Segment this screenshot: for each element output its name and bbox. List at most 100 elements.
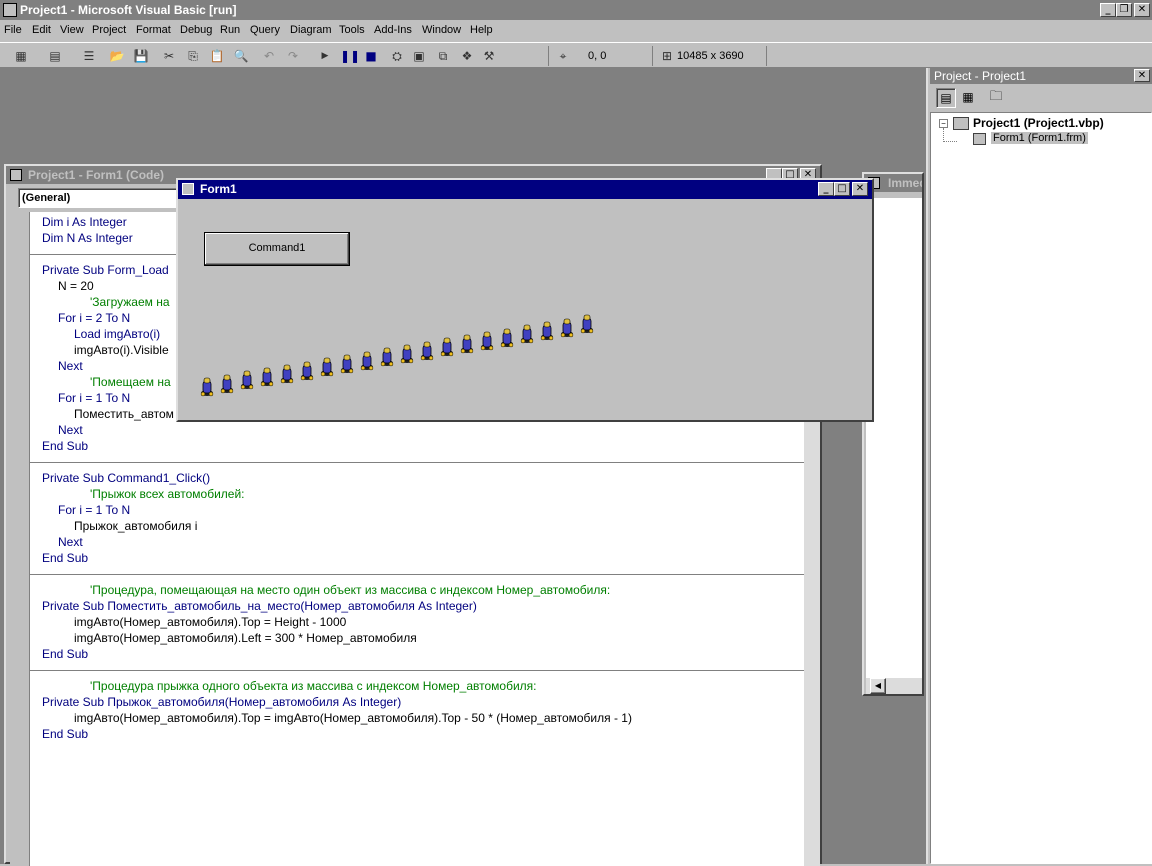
form-minimize-icon[interactable]: _	[818, 182, 834, 196]
minimize-icon[interactable]: _	[1100, 3, 1116, 17]
paste-icon[interactable]: 📋	[208, 47, 226, 65]
properties-window-icon[interactable]: ▣	[410, 47, 428, 65]
object-browser-icon[interactable]: ❖	[458, 47, 476, 65]
view-object-icon[interactable]: ▦	[958, 88, 978, 108]
copy-icon[interactable]: ⎘	[184, 47, 202, 65]
code-line[interactable]: Dim i As Integer	[42, 214, 127, 230]
form1-node[interactable]: Form1 (Form1.frm)	[991, 132, 1088, 144]
menu-help[interactable]: Help	[470, 24, 493, 36]
open-project-icon[interactable]: 📂	[108, 47, 126, 65]
code-line[interactable]: 'Прыжок всех автомобилей:	[90, 486, 245, 502]
form1-title: Form1	[200, 182, 237, 196]
code-line[interactable]: End Sub	[42, 550, 88, 566]
add-project-icon[interactable]: ▦	[12, 47, 30, 65]
menu-diagram[interactable]: Diagram	[290, 24, 332, 36]
code-line[interactable]: Next	[58, 358, 83, 374]
toolbox-icon[interactable]: ⚒	[480, 47, 498, 65]
end-icon[interactable]: ■	[362, 47, 380, 65]
app-title: Project1 - Microsoft Visual Basic [run]	[20, 3, 237, 17]
form1-window[interactable]: Form1 _ □ ✕ Command1	[176, 178, 874, 422]
start-icon[interactable]: ▶	[316, 47, 334, 65]
car-image	[220, 374, 234, 393]
object-combo[interactable]: (General)	[18, 188, 186, 208]
view-code-icon[interactable]: ▤	[936, 88, 956, 108]
menu-project[interactable]: Project	[92, 24, 126, 36]
code-line[interactable]: End Sub	[42, 646, 88, 662]
project-node-icon	[953, 117, 969, 130]
code-line[interactable]: Next	[58, 534, 83, 550]
code-line[interactable]: Поместить_автом	[74, 406, 174, 422]
code-line[interactable]: Private Sub Command1_Click()	[42, 470, 210, 486]
immediate-horizontal-scrollbar[interactable]: ◀	[866, 678, 922, 694]
code-line[interactable]: 'Процедура прыжка одного объекта из масс…	[90, 678, 537, 694]
menu-query[interactable]: Query	[250, 24, 280, 36]
menu-window[interactable]: Window	[422, 24, 461, 36]
project-explorer-titlebar[interactable]: Project - Project1 ✕	[930, 68, 1152, 84]
code-line[interactable]: imgАвто(i).Visible	[74, 342, 169, 358]
menu-tools[interactable]: Tools	[339, 24, 365, 36]
form1-titlebar[interactable]: Form1 _ □ ✕	[178, 180, 872, 199]
vb-app-icon	[3, 3, 17, 17]
code-line[interactable]: Next	[58, 422, 83, 438]
form-close-icon[interactable]: ✕	[852, 182, 868, 196]
project-tree[interactable]: − Project1 (Project1.vbp) Form1 (Form1.f…	[930, 112, 1152, 864]
cars-area	[178, 199, 872, 420]
car-image	[360, 351, 374, 370]
immediate-text-area[interactable]	[866, 198, 922, 678]
tree-collapse-icon[interactable]: −	[939, 119, 948, 128]
procedure-separator	[30, 462, 804, 463]
code-margin[interactable]	[10, 212, 30, 866]
car-image	[200, 377, 214, 397]
code-line[interactable]: Load imgАвто(i)	[74, 326, 160, 342]
code-line[interactable]: For i = 1 To N	[58, 502, 130, 518]
menu-format[interactable]: Format	[136, 24, 171, 36]
code-line[interactable]: 'Загружаем на	[90, 294, 170, 310]
code-icon	[10, 169, 22, 181]
project-explorer-icon[interactable]: ⛭	[388, 47, 406, 65]
code-line[interactable]: Private Sub Поместить_автомобиль_на_мест…	[42, 598, 477, 614]
code-line[interactable]: Прыжок_автомобиля i	[74, 518, 197, 534]
menu-addins[interactable]: Add-Ins	[374, 24, 412, 36]
size-icon: ⊞	[661, 49, 673, 63]
close-icon[interactable]: ✕	[1134, 3, 1150, 17]
form-layout-icon[interactable]: ⧉	[434, 47, 452, 65]
app-titlebar: Project1 - Microsoft Visual Basic [run] …	[0, 0, 1152, 20]
find-icon[interactable]: 🔍	[232, 47, 250, 65]
undo-icon[interactable]: ↶	[260, 47, 278, 65]
restore-icon[interactable]: ❐	[1116, 3, 1132, 17]
code-line[interactable]: Private Sub Form_Load	[42, 262, 169, 278]
toggle-folders-icon[interactable]: 🗀	[986, 88, 1006, 108]
project-close-icon[interactable]: ✕	[1134, 69, 1150, 82]
menu-file[interactable]: File	[4, 24, 22, 36]
code-line[interactable]: For i = 2 To N	[58, 310, 130, 326]
form-maximize-icon[interactable]: □	[834, 182, 850, 196]
menu-debug[interactable]: Debug	[180, 24, 212, 36]
car-image	[320, 357, 334, 377]
add-form-icon[interactable]: ▤	[46, 47, 64, 65]
procedure-separator	[30, 574, 804, 575]
car-image	[520, 324, 534, 344]
code-line[interactable]: imgАвто(Номер_автомобиля).Left = 300 * Н…	[74, 630, 417, 646]
code-line[interactable]: imgАвто(Номер_автомобиля).Top = imgАвто(…	[74, 710, 632, 726]
code-line[interactable]: End Sub	[42, 726, 88, 742]
scroll-left-icon[interactable]: ◀	[870, 678, 886, 694]
menu-edit[interactable]: Edit	[32, 24, 51, 36]
code-line[interactable]: N = 20	[58, 278, 94, 294]
redo-icon[interactable]: ↷	[284, 47, 302, 65]
code-line[interactable]: Private Sub Прыжок_автомобиля(Номер_авто…	[42, 694, 401, 710]
save-project-icon[interactable]: 💾	[132, 47, 150, 65]
code-line[interactable]: End Sub	[42, 438, 88, 454]
menu-editor-icon[interactable]: ☰	[80, 47, 98, 65]
code-line[interactable]: 'Помещаем на	[90, 374, 171, 390]
project-root-node[interactable]: Project1 (Project1.vbp)	[973, 116, 1104, 130]
break-icon[interactable]: ❚❚	[340, 47, 360, 65]
form-icon	[182, 183, 194, 195]
code-line[interactable]: 'Процедура, помещающая на место один объ…	[90, 582, 610, 598]
code-line[interactable]: For i = 1 To N	[58, 390, 130, 406]
car-image	[480, 331, 494, 351]
cut-icon[interactable]: ✂	[160, 47, 178, 65]
code-line[interactable]: Dim N As Integer	[42, 230, 133, 246]
code-line[interactable]: imgАвто(Номер_автомобиля).Top = Height -…	[74, 614, 346, 630]
menu-view[interactable]: View	[60, 24, 84, 36]
menu-run[interactable]: Run	[220, 24, 240, 36]
